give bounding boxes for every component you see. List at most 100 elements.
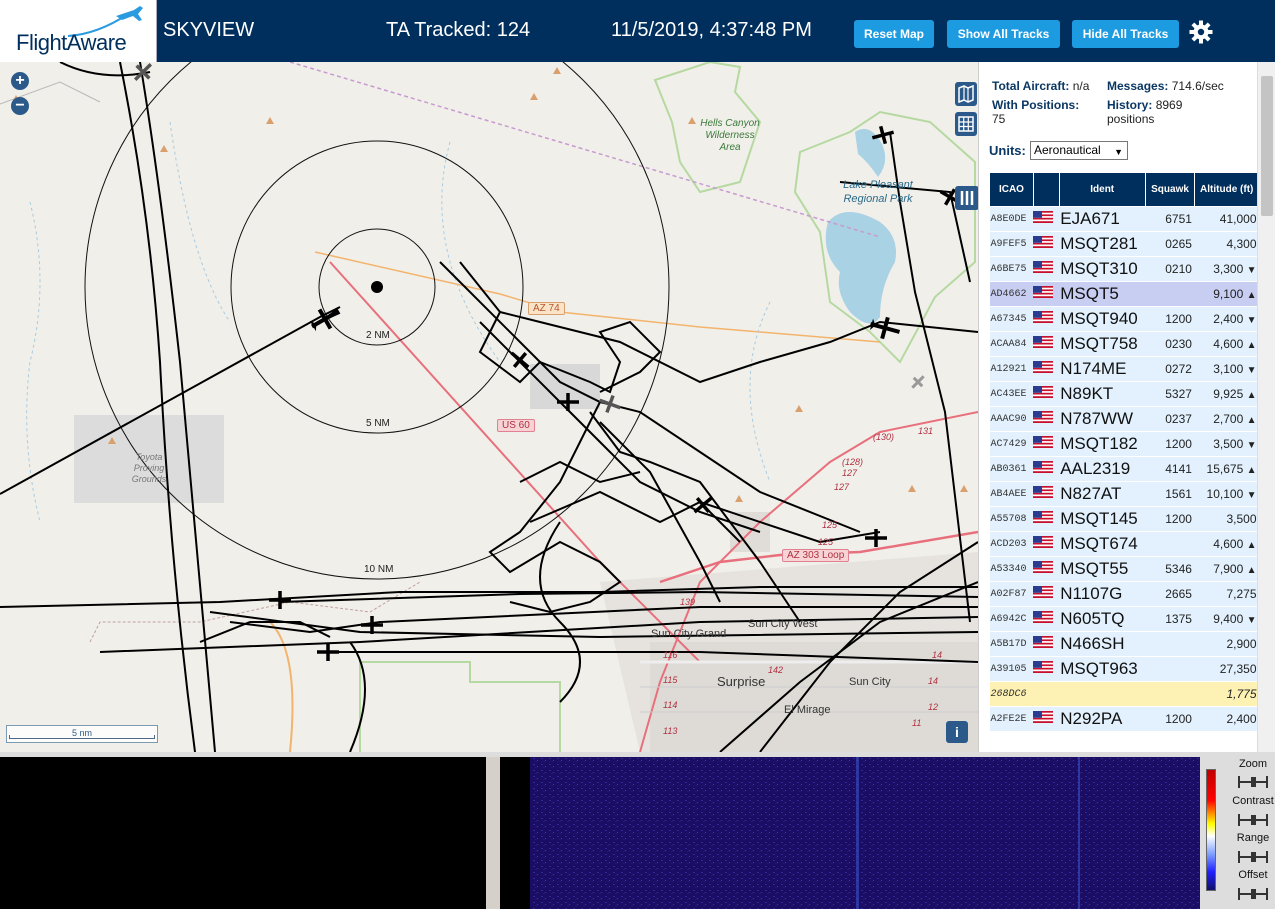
table-row[interactable]: AD4662 MSQT5 9,100 ▲ [989,281,1259,307]
route-number: 12 [928,702,939,712]
ident-cell: MSQT940 [1059,306,1146,332]
table-row[interactable]: AC7429 MSQT182 1200 3,500 ▼ [989,431,1259,457]
range-slider[interactable] [1238,851,1268,863]
squawk-cell: 0237 [1145,406,1195,432]
column-icao[interactable]: ICAO [989,172,1034,207]
route-number: 142 [768,665,784,675]
units-select[interactable]: Aeronautical [1030,141,1128,161]
altitude-cell: 2,700 ▲ [1194,406,1259,432]
map-canvas [0,62,978,752]
place-label-hells-canyon: Hells Canyon Wilderness Area [700,118,760,153]
altitude-value: 3,500 [1226,512,1257,526]
altitude-trend: ▼ [1246,490,1257,501]
table-row[interactable]: A6942C N605TQ 1375 9,400 ▼ [989,606,1259,632]
table-row[interactable]: ACD203 MSQT674 4,600 ▲ [989,531,1259,557]
table-body: A8E0DE EJA671 6751 41,000 A9FEF5 MSQT281 0265… [989,206,1259,732]
place-label-sun-city-grand: Sun City Grand [651,628,727,640]
flag-cell [1033,681,1060,707]
route-number: (128) [842,457,864,467]
us-flag-icon [1033,561,1054,573]
column-altitude[interactable]: Altitude (ft) [1194,172,1259,207]
altitude-cell: 2,400 [1194,706,1259,732]
ident-cell: AAL2319 [1059,456,1146,482]
route-number: 125 [818,537,834,547]
flag-cell [1033,531,1060,557]
table-row[interactable]: A02F87 N1107G 2665 7,275 [989,581,1259,607]
panel-divider[interactable] [486,757,500,909]
squawk-cell: 4141 [1145,456,1195,482]
table-row[interactable]: ACAA84 MSQT758 0230 4,600 ▲ [989,331,1259,357]
app-title: SKYVIEW [163,19,255,41]
scrollbar-thumb[interactable] [1261,76,1273,216]
table-row[interactable]: A5B17D N466SH 2,900 [989,631,1259,657]
table-row[interactable]: A55708 MSQT145 1200 3,500 [989,506,1259,532]
icao-cell: A9FEF5 [989,231,1034,257]
hide-all-tracks-button[interactable]: Hide All Tracks [1072,20,1179,48]
gear-icon[interactable] [1189,20,1213,44]
table-row[interactable]: A2FE2E N292PA 1200 2,400 [989,706,1259,732]
map-view[interactable]: 2 NM 5 NM 10 NM AZ 74 US 60 AZ 303 Loop … [0,62,978,752]
table-row[interactable]: A67345 MSQT940 1200 2,400 ▼ [989,306,1259,332]
us-flag-icon [1033,586,1054,598]
ident-cell: N605TQ [1059,606,1146,632]
header-bar: FlightAware SKYVIEW TA Tracked: 124 11/5… [0,0,1275,62]
table-row[interactable]: A6BE75 MSQT310 0210 3,300 ▼ [989,256,1259,282]
squawk-cell: 1200 [1145,706,1195,732]
flightaware-logo[interactable]: FlightAware [0,0,157,62]
us-flag-icon [1033,611,1054,623]
table-row[interactable]: A9FEF5 MSQT281 0265 4,300 [989,231,1259,257]
aircraft-table: ICAO Ident Squawk Altitude (ft) A8E0DE EJ… [989,172,1259,732]
contrast-slider[interactable] [1238,814,1268,826]
squawk-cell: 2665 [1145,581,1195,607]
table-row[interactable]: A39105 MSQT963 27,350 [989,656,1259,682]
altitude-value: 4,600 [1213,337,1244,351]
flag-cell [1033,206,1060,232]
zoom-label: Zoom [1238,758,1268,770]
column-squawk[interactable]: Squawk [1144,172,1196,207]
squawk-cell: 0265 [1145,231,1195,257]
altitude-trend: ▲ [1246,540,1257,551]
info-button[interactable]: i [946,721,968,743]
altitude-cell: 2,400 ▼ [1194,306,1259,332]
spectrum-waterfall[interactable] [500,757,1200,909]
us-flag-icon [1033,636,1054,648]
flag-cell [1033,656,1060,682]
zoom-out-button[interactable]: − [11,97,29,115]
icao-cell: A53340 [989,556,1034,582]
flag-cell [1033,331,1060,357]
zoom-slider[interactable] [1238,776,1268,788]
column-ident[interactable]: Ident [1058,172,1146,207]
icao-cell: AC43EE [989,381,1034,407]
squawk-cell: 5327 [1145,381,1195,407]
show-all-tracks-button[interactable]: Show All Tracks [947,20,1060,48]
flag-cell [1033,556,1060,582]
table-row[interactable]: AB0361 AAL2319 4141 15,675 ▲ [989,456,1259,482]
column-flag[interactable] [1032,172,1060,207]
squawk-cell: 0272 [1145,356,1195,382]
scale-bar: 5 nm [6,725,158,743]
map-layers-button[interactable] [955,82,977,106]
icao-cell: AB0361 [989,456,1034,482]
table-row[interactable]: AAAC90 N787WW 0237 2,700 ▲ [989,406,1259,432]
table-row[interactable]: A53340 MSQT55 5346 7,900 ▲ [989,556,1259,582]
sidebar-scrollbar[interactable] [1257,62,1275,752]
total-aircraft: Total Aircraft: n/a [992,79,1090,93]
table-row[interactable]: AB4AEE N827AT 1561 10,100 ▼ [989,481,1259,507]
route-number: 114 [663,700,678,710]
reset-map-button[interactable]: Reset Map [854,20,934,48]
table-row[interactable]: AC43EE N89KT 5327 9,925 ▲ [989,381,1259,407]
waterfall-canvas [500,757,1200,909]
table-row[interactable]: 268DC6 1,775 [989,681,1259,707]
altitude-value: 4,300 [1226,237,1257,251]
zoom-in-button[interactable]: + [11,72,29,90]
table-row[interactable]: A8E0DE EJA671 6751 41,000 [989,206,1259,232]
grid-toggle-button[interactable] [955,112,977,136]
place-label-toyota: Toyota Proving Grounds [131,452,167,484]
place-label-sun-city-west: Sun City West [748,618,818,630]
table-row[interactable]: A12921 N174ME 0272 3,100 ▼ [989,356,1259,382]
route-number: 127 [834,482,850,492]
sidebar-toggle-button[interactable] [955,186,978,210]
offset-slider[interactable] [1238,888,1268,900]
route-number: 125 [822,520,838,530]
us-flag-icon [1033,236,1054,248]
